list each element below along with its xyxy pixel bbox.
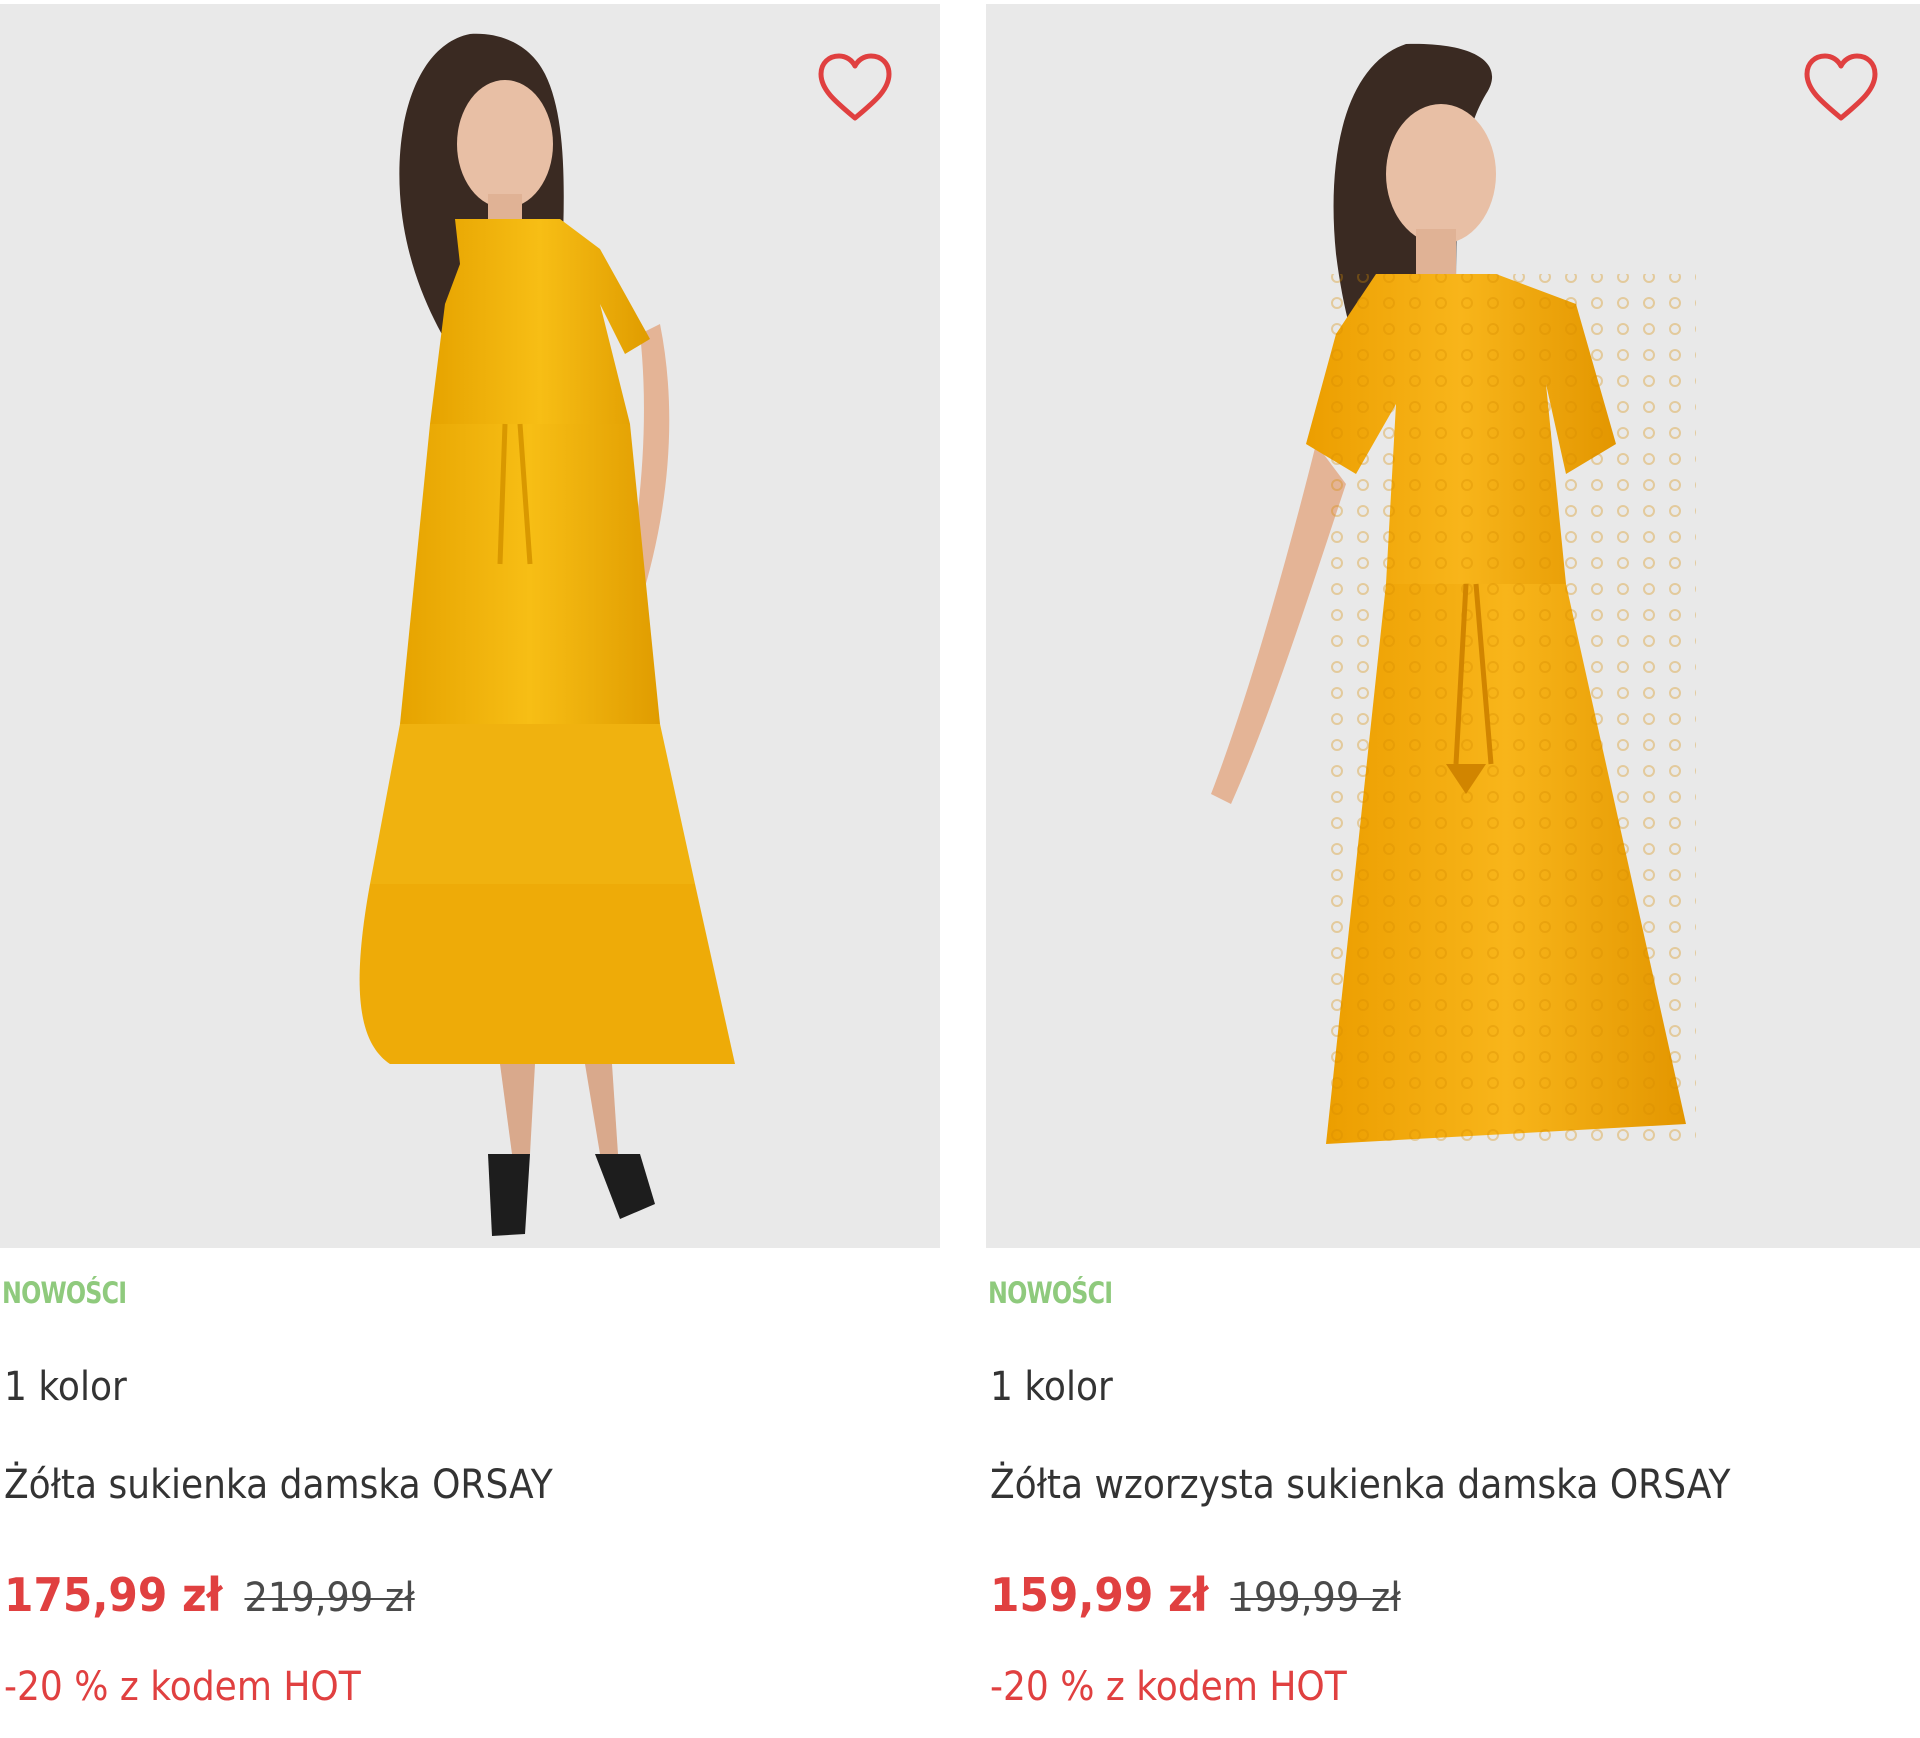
- yellow-maxi-dress-photo: [0, 4, 940, 1248]
- old-price: 219,99 zł: [244, 1575, 415, 1621]
- product-grid: NOWOŚCI 1 kolor Żółta sukienka damska OR…: [0, 0, 1920, 1738]
- current-price: 159,99 zł: [990, 1568, 1209, 1622]
- heart-outline-icon: [818, 53, 892, 121]
- price-row: 159,99 zł 199,99 zł: [990, 1568, 1401, 1622]
- product-image[interactable]: [0, 4, 940, 1248]
- product-card[interactable]: NOWOŚCI 1 kolor Żółta sukienka damska OR…: [0, 0, 940, 1738]
- new-badge: NOWOŚCI: [988, 1276, 1113, 1310]
- old-price: 199,99 zł: [1230, 1575, 1401, 1621]
- current-price: 175,99 zł: [4, 1568, 223, 1622]
- product-image[interactable]: [986, 4, 1920, 1248]
- heart-outline-icon: [1804, 53, 1878, 121]
- product-card[interactable]: NOWOŚCI 1 kolor Żółta wzorzysta sukienka…: [986, 0, 1920, 1738]
- new-badge: NOWOŚCI: [2, 1276, 127, 1310]
- product-name[interactable]: Żółta wzorzysta sukienka damska ORSAY: [990, 1462, 1731, 1508]
- wishlist-button[interactable]: [816, 52, 894, 124]
- promo-text: -20 % z kodem HOT: [990, 1664, 1347, 1710]
- yellow-lace-dress-photo: [986, 4, 1920, 1248]
- promo-text: -20 % z kodem HOT: [4, 1664, 361, 1710]
- color-count[interactable]: 1 kolor: [990, 1364, 1113, 1410]
- product-name[interactable]: Żółta sukienka damska ORSAY: [4, 1462, 553, 1508]
- wishlist-button[interactable]: [1802, 52, 1880, 124]
- color-count[interactable]: 1 kolor: [4, 1364, 127, 1410]
- price-row: 175,99 zł 219,99 zł: [4, 1568, 415, 1622]
